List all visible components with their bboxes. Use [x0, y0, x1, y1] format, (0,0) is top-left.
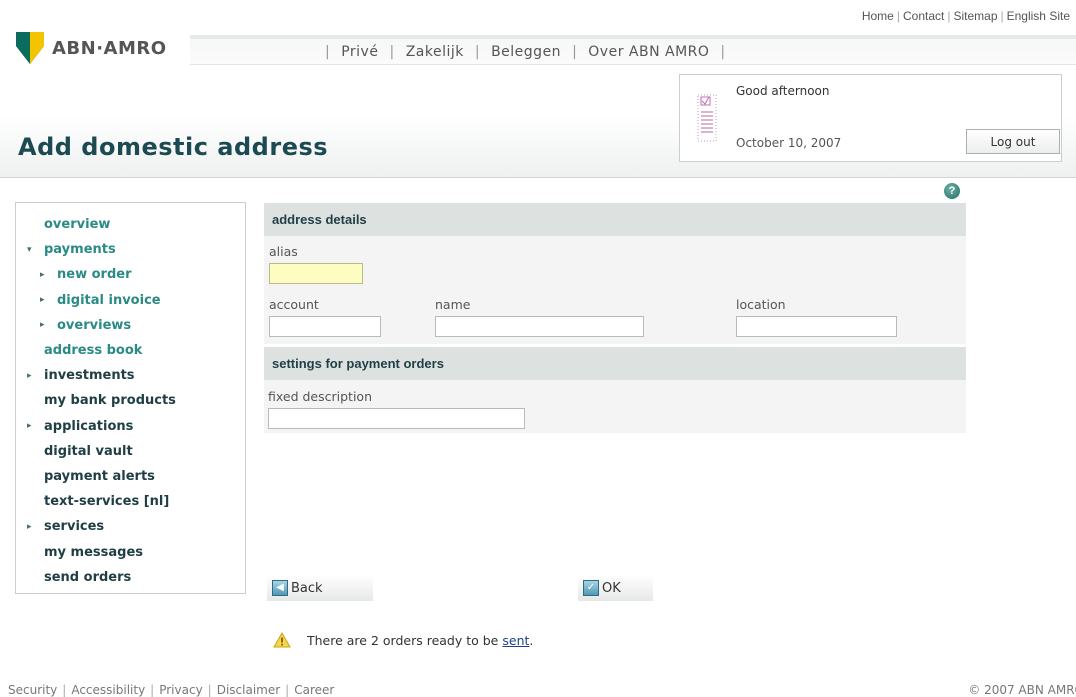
name-label: name	[435, 297, 471, 312]
sidebar-item-label: overviews	[57, 317, 132, 333]
notice-suffix: .	[529, 632, 534, 648]
address-details-heading: address details	[264, 203, 966, 236]
sidebar-item-my-bank-products[interactable]: my bank products	[16, 388, 245, 413]
brand-logo[interactable]: ABN·AMRO	[16, 32, 167, 64]
sidebar-item-new-order[interactable]: ▸ new order	[16, 262, 245, 287]
sidebar-item-payment-alerts[interactable]: payment alerts	[16, 464, 245, 489]
collapsed-arrow-icon: ▸	[40, 295, 45, 306]
contact-link[interactable]: Contact	[903, 9, 944, 23]
sidebar-item-send-orders[interactable]: send orders	[16, 565, 245, 590]
alias-label: alias	[269, 244, 298, 259]
sidebar-item-label: services	[44, 519, 105, 535]
fixed-description-input[interactable]	[268, 408, 525, 429]
back-arrow-icon: ◀	[272, 580, 288, 596]
nav-over-abn-amro[interactable]: Over ABN AMRO	[588, 44, 709, 60]
calendar-icon	[697, 94, 717, 142]
sidebar-item-payments[interactable]: ▾ payments	[16, 237, 245, 262]
sidebar-item-digital-invoice[interactable]: ▸ digital invoice	[16, 288, 245, 313]
greeting-date: October 10, 2007	[736, 136, 842, 150]
collapsed-arrow-icon: ▸	[27, 370, 32, 381]
sent-link[interactable]: sent	[502, 633, 529, 648]
footer-security-link[interactable]: Security	[8, 683, 57, 697]
footer-accessibility-link[interactable]: Accessibility	[71, 683, 145, 697]
alias-input[interactable]	[269, 263, 363, 284]
sidebar-item-overviews[interactable]: ▸ overviews	[16, 313, 245, 338]
location-label: location	[736, 297, 786, 312]
sidebar-item-label: send orders	[44, 569, 132, 585]
collapsed-arrow-icon: ▸	[27, 521, 32, 532]
back-button[interactable]: ◀ Back	[267, 575, 373, 601]
sidebar-nav: overview ▾ payments ▸ new order ▸ digital invo…	[15, 202, 246, 594]
sidebar-item-label: new order	[57, 267, 132, 283]
page-title: Add domestic address	[18, 133, 329, 161]
checkmark-icon: ✓	[583, 580, 599, 596]
sidebar-item-investments[interactable]: ▸ investments	[16, 363, 245, 388]
sitemap-link[interactable]: Sitemap	[953, 9, 997, 23]
ok-button[interactable]: ✓ OK	[578, 575, 653, 601]
footer-privacy-link[interactable]: Privacy	[159, 683, 202, 697]
sidebar-item-applications[interactable]: ▸ applications	[16, 414, 245, 439]
account-label: account	[269, 297, 319, 312]
sidebar-item-label: overview	[44, 217, 111, 233]
footer-disclaimer-link[interactable]: Disclaimer	[217, 683, 280, 697]
nav-beleggen[interactable]: Beleggen	[491, 44, 561, 60]
location-input[interactable]	[736, 316, 897, 337]
sidebar-item-services[interactable]: ▸ services	[16, 514, 245, 539]
footer-career-link[interactable]: Career	[294, 683, 334, 697]
name-input[interactable]	[435, 316, 644, 337]
sidebar-item-label: digital vault	[44, 443, 133, 459]
address-details-panel: address details alias account name locat…	[264, 203, 966, 344]
orders-notice: There are 2 orders ready to be sent.	[273, 632, 533, 648]
notice-text: There are 2 orders ready to be	[307, 632, 499, 648]
sidebar-item-label: investments	[44, 368, 135, 384]
greeting-text: Good afternoon	[736, 84, 830, 98]
account-input[interactable]	[269, 316, 381, 337]
sidebar-item-address-book[interactable]: address book	[16, 338, 245, 363]
sidebar-item-digital-vault[interactable]: digital vault	[16, 439, 245, 464]
sidebar-item-label: address book	[44, 343, 143, 359]
main-nav: | Privé | Zakelijk | Beleggen | Over ABN AM…	[190, 35, 1076, 65]
collapsed-arrow-icon: ▸	[40, 269, 45, 280]
footer-links: Security | Accessibility | Privacy | Discla…	[8, 683, 335, 697]
sidebar-item-label: my bank products	[44, 393, 176, 409]
nav-prive[interactable]: Privé	[341, 44, 378, 60]
sidebar-item-label: payments	[44, 242, 116, 258]
sidebar-item-my-messages[interactable]: my messages	[16, 539, 245, 564]
sidebar-item-label: text-services [nl]	[44, 494, 170, 510]
payment-settings-heading: settings for payment orders	[264, 347, 966, 380]
back-label: Back	[291, 580, 323, 596]
home-link[interactable]: Home	[862, 9, 894, 23]
abn-amro-shield-icon	[16, 32, 44, 64]
logout-button[interactable]: Log out	[966, 129, 1060, 154]
sidebar-item-label: my messages	[44, 544, 144, 560]
warning-icon	[273, 632, 291, 648]
nav-zakelijk[interactable]: Zakelijk	[406, 44, 464, 60]
collapsed-arrow-icon: ▸	[27, 421, 32, 432]
sidebar-item-label: applications	[44, 418, 134, 434]
fixed-description-label: fixed description	[268, 389, 372, 404]
sidebar-item-overview[interactable]: overview	[16, 212, 245, 237]
expanded-arrow-icon: ▾	[27, 244, 32, 255]
top-links: Home | Contact | Sitemap | English Site	[861, 9, 1070, 23]
greeting-box: Good afternoon October 10, 2007 Log out	[679, 74, 1062, 162]
sidebar-item-label: payment alerts	[44, 468, 155, 484]
brand-name: ABN·AMRO	[52, 37, 167, 59]
sidebar-item-text-services-nl[interactable]: text-services [nl]	[16, 489, 245, 514]
copyright: © 2007 ABN AMRO	[968, 683, 1076, 697]
payment-settings-panel: settings for payment orders fixed descri…	[264, 347, 966, 433]
help-icon[interactable]: ?	[944, 183, 960, 199]
collapsed-arrow-icon: ▸	[40, 320, 45, 331]
sidebar-item-label: digital invoice	[57, 292, 161, 308]
english-site-link[interactable]: English Site	[1007, 9, 1070, 23]
ok-label: OK	[602, 580, 621, 596]
